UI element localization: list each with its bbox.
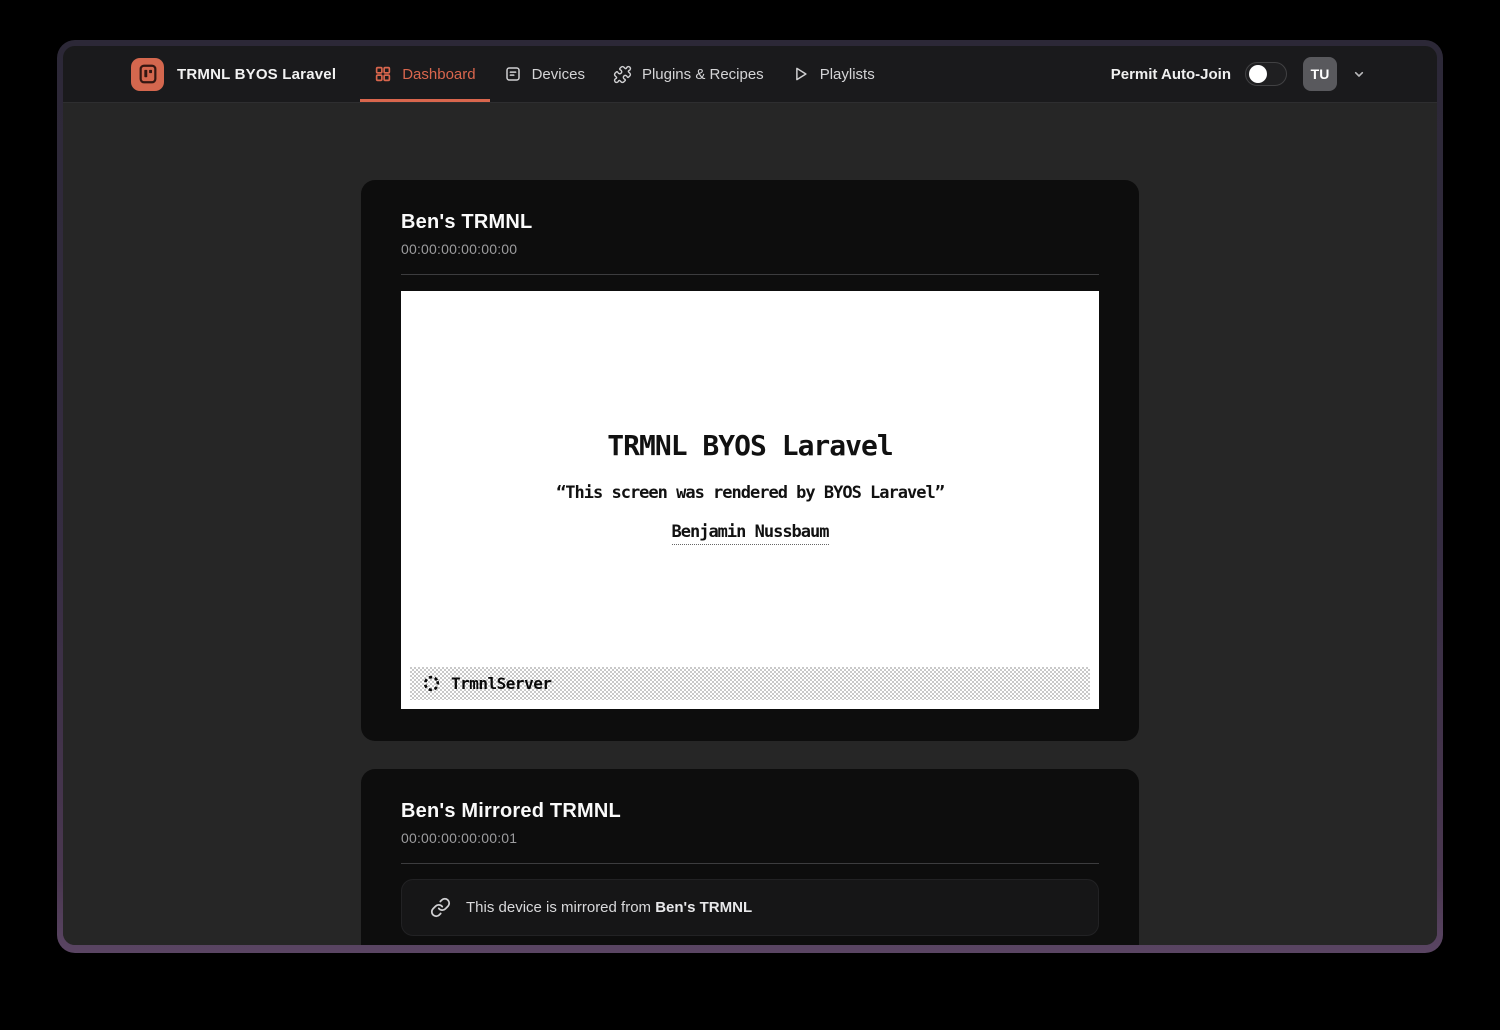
brand: TRMNL BYOS Laravel — [131, 46, 336, 102]
toggle-knob — [1249, 65, 1267, 83]
screen-status-label: TrmnlServer — [451, 674, 551, 693]
tab-plugins-recipes-label: Plugins & Recipes — [642, 66, 764, 83]
device-card-bens-mirrored-trmnl: Ben's Mirrored TRMNL 00:00:00:00:00:01 T… — [361, 769, 1139, 945]
tab-dashboard-label: Dashboard — [402, 66, 475, 83]
tab-plugins-recipes[interactable]: Plugins & Recipes — [599, 46, 778, 102]
mirror-source-device: Ben's TRMNL — [655, 899, 752, 916]
trmnl-logo-icon — [131, 58, 164, 91]
device-title: Ben's TRMNL — [401, 211, 1099, 234]
screen-content: TRMNL BYOS Laravel “This screen was rend… — [401, 291, 1099, 545]
mirror-info-box: This device is mirrored from Ben's TRMNL — [401, 879, 1099, 936]
tab-dashboard[interactable]: Dashboard — [360, 46, 489, 102]
tab-devices[interactable]: Devices — [490, 46, 599, 102]
device-title: Ben's Mirrored TRMNL — [401, 800, 1099, 823]
app-window-frame: TRMNL BYOS Laravel Dashboard — [57, 40, 1443, 953]
device-screen-preview: TRMNL BYOS Laravel “This screen was rend… — [401, 291, 1099, 709]
device-mac-address: 00:00:00:00:00:00 — [401, 241, 1099, 257]
nav-right: Permit Auto-Join TU — [1111, 46, 1367, 102]
nav-tabs: Dashboard Devices — [360, 46, 889, 102]
device-card-bens-trmnl: Ben's TRMNL 00:00:00:00:00:00 TRMNL BYOS… — [361, 180, 1139, 741]
screen-author: Benjamin Nussbaum — [672, 522, 829, 545]
screen-status-bar: TrmnlServer — [410, 667, 1090, 700]
screen-author-row: Benjamin Nussbaum — [401, 522, 1099, 545]
permit-auto-join-toggle[interactable] — [1245, 62, 1287, 86]
screen-quote: “This screen was rendered by BYOS Larave… — [401, 483, 1099, 503]
avatar[interactable]: TU — [1303, 57, 1337, 91]
divider — [401, 274, 1099, 275]
screen-title: TRMNL BYOS Laravel — [401, 429, 1099, 462]
chevron-down-icon[interactable] — [1351, 66, 1367, 82]
tab-playlists[interactable]: Playlists — [778, 46, 889, 102]
dashboard-grid-icon — [374, 65, 392, 83]
main-content: Ben's TRMNL 00:00:00:00:00:00 TRMNL BYOS… — [63, 103, 1437, 945]
mirror-text-prefix: This device is mirrored from — [466, 899, 655, 916]
devices-icon — [504, 65, 522, 83]
brand-name: TRMNL BYOS Laravel — [177, 66, 336, 83]
app-window: TRMNL BYOS Laravel Dashboard — [63, 46, 1437, 945]
tab-devices-label: Devices — [532, 66, 585, 83]
top-nav: TRMNL BYOS Laravel Dashboard — [63, 46, 1437, 103]
link-icon — [430, 897, 451, 918]
device-mac-address: 00:00:00:00:00:01 — [401, 830, 1099, 846]
spinner-icon — [422, 674, 441, 693]
mirror-info-text: This device is mirrored from Ben's TRMNL — [466, 899, 752, 916]
puzzle-icon — [613, 65, 632, 84]
divider — [401, 863, 1099, 864]
tab-playlists-label: Playlists — [820, 66, 875, 83]
permit-auto-join-label: Permit Auto-Join — [1111, 66, 1231, 83]
play-icon — [792, 65, 810, 83]
